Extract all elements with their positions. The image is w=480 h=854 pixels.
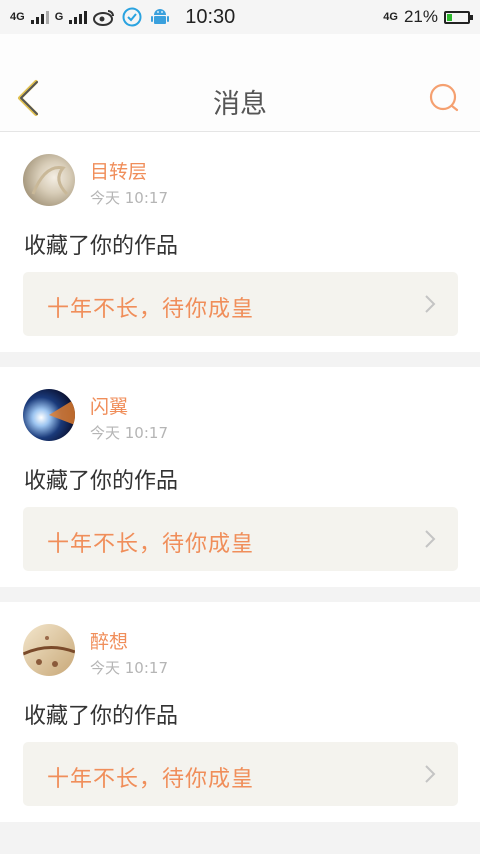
signal-strength-icon-2 xyxy=(69,10,88,24)
search-icon xyxy=(429,83,459,112)
battery-icon xyxy=(444,10,473,24)
weibo-icon xyxy=(93,6,115,28)
work-title: 十年不长，待你成皇 xyxy=(47,767,255,792)
status-left: 4G G 10:30 xyxy=(10,0,235,34)
signal-strength-icon xyxy=(30,10,49,24)
user-name[interactable]: 闪翼 xyxy=(90,392,128,419)
chevron-right-icon xyxy=(425,295,436,313)
action-text: 收藏了你的作品 xyxy=(24,469,179,494)
android-icon xyxy=(149,6,171,28)
work-title: 十年不长，待你成皇 xyxy=(47,297,255,322)
message-card[interactable]: 醉想 今天 10:17 收藏了你的作品 十年不长，待你成皇 xyxy=(0,602,480,822)
avatar[interactable] xyxy=(23,389,75,441)
page-title: 消息 xyxy=(213,89,267,120)
message-card[interactable]: 闪翼 今天 10:17 收藏了你的作品 十年不长，待你成皇 xyxy=(0,367,480,587)
work-link[interactable]: 十年不长，待你成皇 xyxy=(23,272,458,336)
network-type-label: 4G xyxy=(10,11,25,23)
message-card[interactable]: 目转层 今天 10:17 收藏了你的作品 十年不长，待你成皇 xyxy=(0,132,480,352)
user-name[interactable]: 醉想 xyxy=(90,627,128,654)
timestamp: 今天 10:17 xyxy=(90,424,168,442)
status-bar: 4G G 10:30 4G 21% xyxy=(0,0,480,34)
action-text: 收藏了你的作品 xyxy=(24,234,179,259)
clock: 10:30 xyxy=(185,5,236,28)
action-text: 收藏了你的作品 xyxy=(24,704,179,729)
timestamp: 今天 10:17 xyxy=(90,659,168,677)
chevron-right-icon xyxy=(425,530,436,548)
status-right: 4G 21% xyxy=(383,0,473,34)
check-circle-icon xyxy=(121,6,143,28)
search-button[interactable] xyxy=(428,82,460,114)
message-list: 目转层 今天 10:17 收藏了你的作品 十年不长，待你成皇 闪翼 今天 10:… xyxy=(0,132,480,837)
network-type-label-2: G xyxy=(54,11,64,23)
battery-percentage: 21% xyxy=(403,7,438,26)
network-type-label-3: 4G xyxy=(383,11,398,23)
work-title: 十年不长，待你成皇 xyxy=(47,532,255,557)
work-link[interactable]: 十年不长，待你成皇 xyxy=(23,507,458,571)
avatar[interactable] xyxy=(23,624,75,676)
user-name[interactable]: 目转层 xyxy=(90,157,147,184)
battery-level xyxy=(447,13,452,21)
avatar[interactable] xyxy=(23,154,75,206)
timestamp: 今天 10:17 xyxy=(90,189,168,207)
header: 消息 xyxy=(0,34,480,132)
work-link[interactable]: 十年不长，待你成皇 xyxy=(23,742,458,806)
chevron-right-icon xyxy=(425,765,436,783)
